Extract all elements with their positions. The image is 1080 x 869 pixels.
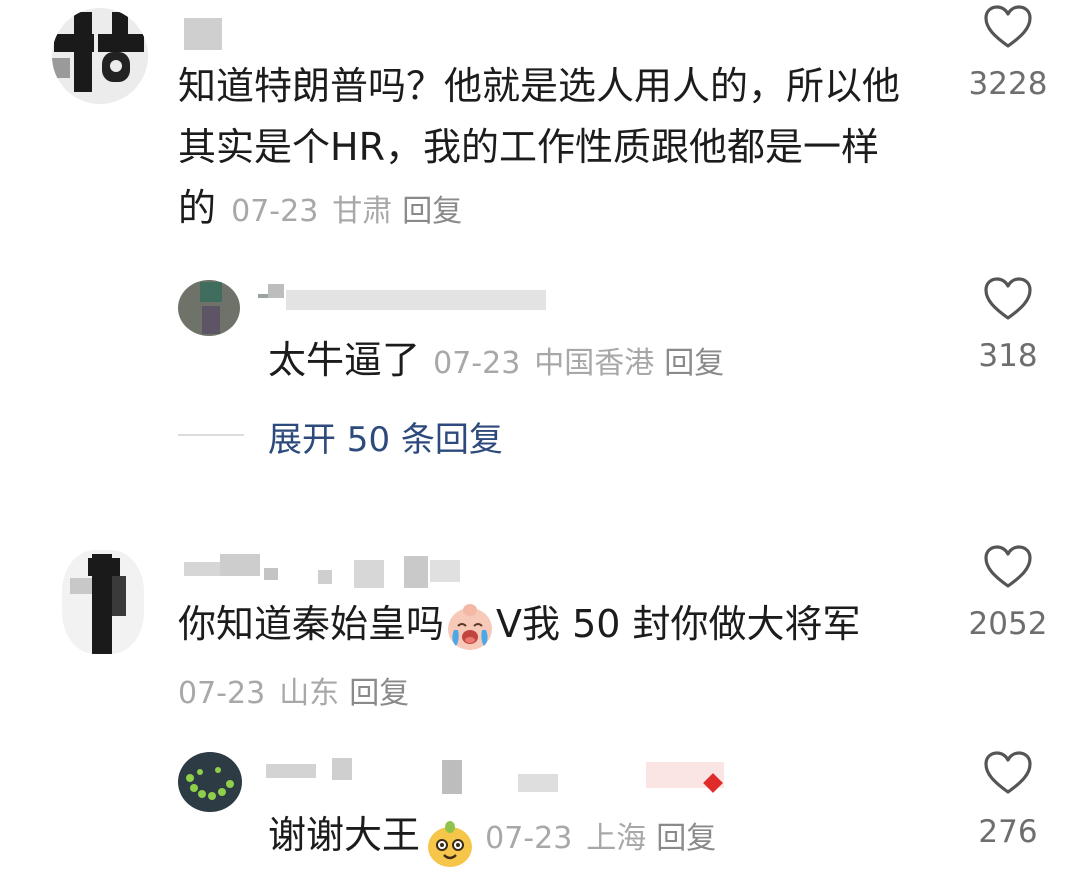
reply-location: 上海 (586, 821, 647, 856)
expand-divider (178, 434, 244, 436)
like-button[interactable]: 276 (953, 746, 1063, 856)
crying-face-emoji (448, 603, 493, 650)
username-redacted[interactable] (266, 758, 726, 798)
comment-text: V我 50 封你做大将军 (496, 602, 861, 646)
avatar-pattern (186, 767, 234, 800)
reply-button[interactable]: 回复 (402, 194, 462, 229)
reply-comment-line: 太牛逼了 07-23 中国香港 回复 (268, 330, 724, 390)
like-button[interactable]: 2052 (953, 540, 1063, 650)
avatar[interactable] (178, 280, 240, 336)
avatar[interactable] (62, 550, 144, 654)
reply-button[interactable]: 回复 (664, 346, 724, 381)
expand-replies-button[interactable]: 展开 50 条回复 (268, 412, 503, 461)
reply-location: 中国香港 (534, 346, 655, 381)
reply-comment-line: 谢谢大王 07-23 上海 回复 (268, 805, 716, 869)
reply-text: 太牛逼了 (268, 338, 421, 382)
comment-date: 07-23 (178, 676, 266, 711)
comment-date: 07-23 (231, 194, 319, 229)
reply-date: 07-23 (433, 346, 521, 381)
comment-text-line: 你知道秦始皇吗 V我 50 封你做大将军 (178, 594, 861, 654)
reply-text: 谢谢大王 (268, 813, 421, 857)
comment-text-line: 的 (178, 186, 217, 230)
username-redacted[interactable] (184, 18, 222, 50)
comment-location: 山东 (279, 676, 340, 711)
heart-outline-icon (984, 545, 1032, 588)
comment-text: 你知道秦始皇吗 (178, 602, 445, 646)
reply-meta: 07-23 中国香港 回复 (433, 346, 724, 381)
like-button[interactable]: 318 (953, 272, 1063, 382)
avatar[interactable] (52, 8, 148, 104)
reply-button[interactable]: 回复 (656, 821, 716, 856)
like-count: 276 (978, 814, 1038, 850)
avatar[interactable] (178, 752, 242, 812)
reply-button[interactable]: 回复 (349, 676, 409, 711)
reply-date: 07-23 (485, 821, 573, 856)
dog-face-emoji (428, 820, 473, 867)
heart-outline-icon (984, 277, 1032, 320)
comment-meta: 07-23 山东 回复 (178, 668, 409, 712)
heart-outline-icon (984, 5, 1032, 48)
comment-meta: 07-23 甘肃 回复 (231, 194, 462, 229)
comment-text-line: 知道特朗普吗？他就是选人用人的，所以他 (178, 64, 901, 108)
reply-meta: 07-23 上海 回复 (485, 821, 716, 856)
username-redacted[interactable] (184, 554, 484, 588)
heart-outline-icon (984, 751, 1032, 794)
username-redacted[interactable] (246, 284, 556, 314)
like-count: 318 (978, 338, 1038, 374)
comment-text-line: 其实是个HR，我的工作性质跟他都是一样 (178, 125, 879, 169)
comment-last-line: 的 07-23 甘肃 回复 (178, 178, 462, 238)
comment-location: 甘肃 (332, 194, 393, 229)
comment-item: 知道特朗普吗？他就是选人用人的，所以他 其实是个HR，我的工作性质跟他都是一样 … (0, 0, 1080, 470)
like-count: 3228 (968, 66, 1048, 102)
like-count: 2052 (968, 606, 1048, 642)
like-button[interactable]: 3228 (953, 0, 1063, 110)
comment-item: 你知道秦始皇吗 V我 50 封你做大将军 07-23 山东 回复 2052 谢谢… (0, 530, 1080, 867)
